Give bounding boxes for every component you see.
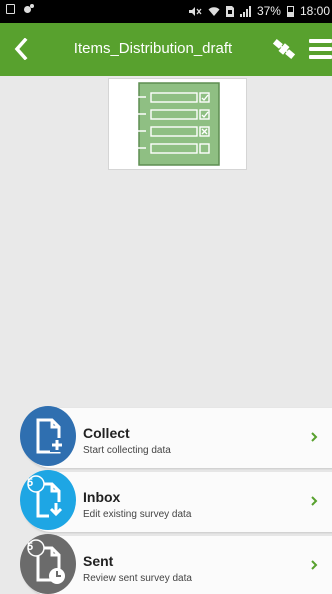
status-bar: 37% 18:00 <box>0 0 332 23</box>
inbox-item[interactable]: 5 Inbox Edit existing survey data <box>0 470 332 534</box>
chevron-right-icon <box>311 496 318 506</box>
mute-icon <box>188 6 202 16</box>
collect-item[interactable]: Collect Start collecting data <box>0 406 332 470</box>
battery-percent: 37% <box>256 4 281 18</box>
sent-title: Sent <box>83 553 114 569</box>
chevron-right-icon <box>311 560 318 570</box>
app-notification-icon <box>24 4 34 14</box>
clock: 18:00 <box>299 4 330 18</box>
app-header: Items_Distribution_draft <box>0 23 332 76</box>
form-checklist-icon <box>133 82 220 166</box>
notification-icon <box>6 4 15 14</box>
satellite-icon <box>272 38 296 60</box>
collect-icon-circle <box>20 406 76 466</box>
menu-button[interactable] <box>309 37 332 61</box>
inbox-count-badge: 5 <box>27 477 34 489</box>
chevron-left-icon <box>14 38 28 60</box>
wifi-icon <box>208 6 220 16</box>
battery-icon <box>286 5 294 17</box>
sent-item[interactable]: 5 Sent Review sent survey data <box>0 534 332 594</box>
page-title: Items_Distribution_draft <box>73 40 233 57</box>
survey-thumbnail <box>108 78 247 170</box>
collect-icon <box>36 418 64 454</box>
sent-subtitle: Review sent survey data <box>83 573 192 584</box>
signal-icon <box>239 5 251 17</box>
inbox-title: Inbox <box>83 489 121 505</box>
inbox-subtitle: Edit existing survey data <box>83 509 192 520</box>
status-left-icons <box>6 4 34 14</box>
chevron-right-icon <box>311 432 318 442</box>
collect-subtitle: Start collecting data <box>83 445 171 456</box>
collect-title: Collect <box>83 425 130 441</box>
back-button[interactable] <box>6 33 36 65</box>
satellite-button[interactable] <box>270 36 298 62</box>
sim-icon <box>225 5 234 17</box>
sent-count-badge: 5 <box>27 541 34 553</box>
status-right-icons: 37% 18:00 <box>188 4 330 18</box>
